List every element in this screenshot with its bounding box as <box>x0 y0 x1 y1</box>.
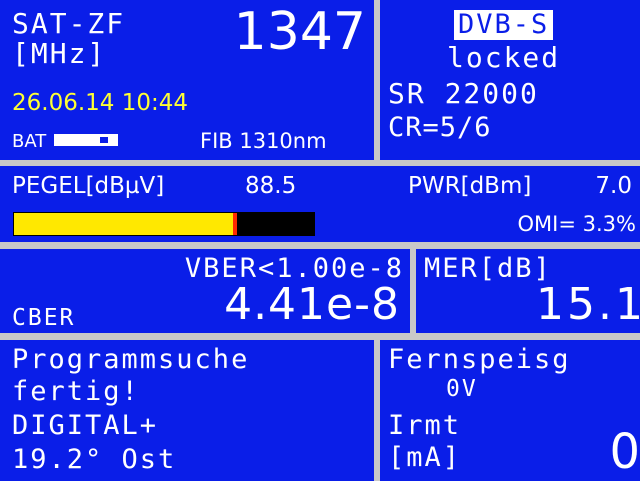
level-value: 88.5 <box>245 173 297 199</box>
signal-status-panel[interactable]: DVB-S locked SR 22000 CR=5/6 <box>380 0 640 160</box>
battery-label: BAT <box>12 131 47 152</box>
level-bar-fill <box>14 213 233 235</box>
cber-value: 4.41e-8 <box>224 279 400 330</box>
sat-if-panel[interactable]: SAT-ZF [MHz] 1347 26.06.14 10:44 BAT FIB… <box>0 0 374 160</box>
mer-panel[interactable]: MER[dB] 15.1 <box>416 249 640 333</box>
current-value: 0 <box>609 424 640 480</box>
code-rate: CR=5/6 <box>388 112 492 143</box>
sat-if-label: SAT-ZF <box>12 7 126 40</box>
power-label: PWR[dBm] <box>408 173 532 199</box>
current-unit: [mA] <box>388 442 462 473</box>
channel-scan-panel[interactable]: Programmsuche fertig! DIGITAL+ 19.2° Ost <box>0 340 374 481</box>
sat-if-unit: [MHz] <box>12 37 107 70</box>
lnb-power-panel[interactable]: Fernspeisg 0V Irmt [mA] 0 <box>380 340 640 481</box>
lock-status: locked <box>447 41 561 74</box>
standard-badge: DVB-S <box>454 10 554 40</box>
scan-status-line1: Programmsuche <box>12 344 250 375</box>
battery-icon <box>54 134 118 146</box>
scan-status-line2: fertig! <box>12 376 140 407</box>
mer-label: MER[dB] <box>424 253 552 284</box>
meter-display: SAT-ZF [MHz] 1347 26.06.14 10:44 BAT FIB… <box>0 0 640 481</box>
sat-if-value: 1347 <box>233 2 366 62</box>
power-value: 7.0 <box>595 173 632 199</box>
date-time: 26.06.14 10:44 <box>12 90 189 116</box>
current-label: Irmt <box>388 410 462 441</box>
level-label: PEGEL[dBµV] <box>12 173 165 199</box>
fiber-wavelength: FIB 1310nm <box>200 129 327 153</box>
mer-value: 15.1 <box>536 279 640 330</box>
vber-value: VBER<1.00e-8 <box>184 253 404 284</box>
ber-panel[interactable]: VBER<1.00e-8 CBER 4.41e-8 <box>0 249 410 333</box>
omi-value: OMI= 3.3% <box>517 212 636 236</box>
symbol-rate: SR 22000 <box>388 77 539 110</box>
level-bar <box>13 212 315 236</box>
provider-name: DIGITAL+ <box>12 410 159 441</box>
lnb-power-label: Fernspeisg <box>388 344 571 375</box>
cber-label: CBER <box>12 305 76 331</box>
lnb-voltage: 0V <box>446 376 478 402</box>
level-bar-marker <box>233 213 237 235</box>
satellite-position: 19.2° Ost <box>12 444 177 475</box>
